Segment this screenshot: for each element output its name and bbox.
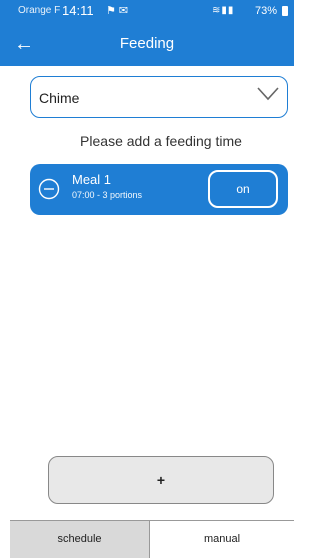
app-bar: ← Feeding bbox=[0, 24, 294, 66]
device-select-value: Chime bbox=[39, 90, 80, 106]
device-select[interactable]: Chime bbox=[30, 76, 288, 118]
tab-schedule[interactable]: schedule bbox=[10, 521, 150, 558]
signal-icon: ≋▮▮ bbox=[212, 5, 235, 16]
hint-text: Please add a feeding time bbox=[80, 133, 242, 149]
meal-card[interactable]: Meal 1 07:00 - 3 portions on bbox=[30, 164, 288, 215]
bottom-tab-bar: schedule manual bbox=[10, 520, 294, 558]
carrier-name: Orange F bbox=[18, 5, 61, 16]
meal-title: Meal 1 bbox=[72, 172, 112, 187]
page-title: Feeding bbox=[119, 35, 175, 52]
tab-manual[interactable]: manual bbox=[150, 521, 294, 558]
battery-icon bbox=[282, 6, 288, 16]
battery-level: 73% bbox=[255, 5, 278, 17]
notification-icons: ⚑✉ bbox=[106, 5, 132, 17]
meal-details: 07:00 - 3 portions bbox=[72, 190, 143, 200]
minus-circle-icon[interactable] bbox=[38, 178, 60, 200]
status-time: 14:11 bbox=[62, 3, 94, 18]
add-meal-button[interactable]: + bbox=[48, 456, 274, 504]
meal-toggle-button[interactable]: on bbox=[208, 170, 278, 208]
chevron-down-icon bbox=[257, 87, 279, 101]
status-bar: Orange F 14:11 ⚑✉ ≋▮▮ 73% bbox=[0, 0, 294, 24]
